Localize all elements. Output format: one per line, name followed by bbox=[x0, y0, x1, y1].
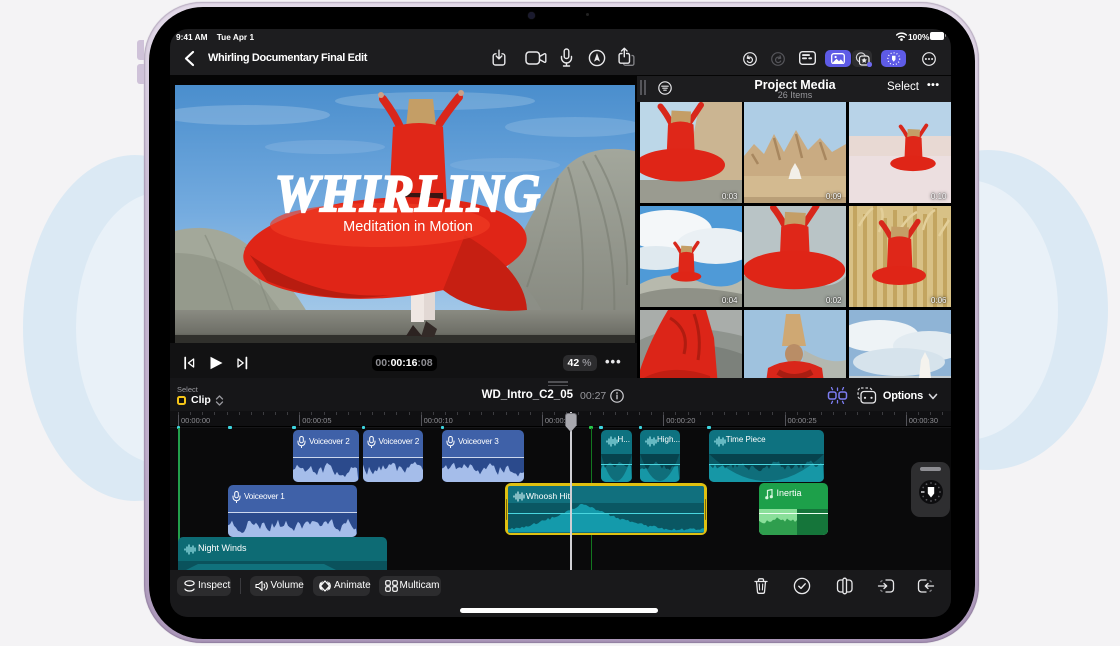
svg-text:WHIRLING: WHIRLING bbox=[275, 165, 541, 223]
svg-text:Meditation in Motion: Meditation in Motion bbox=[343, 219, 473, 235]
